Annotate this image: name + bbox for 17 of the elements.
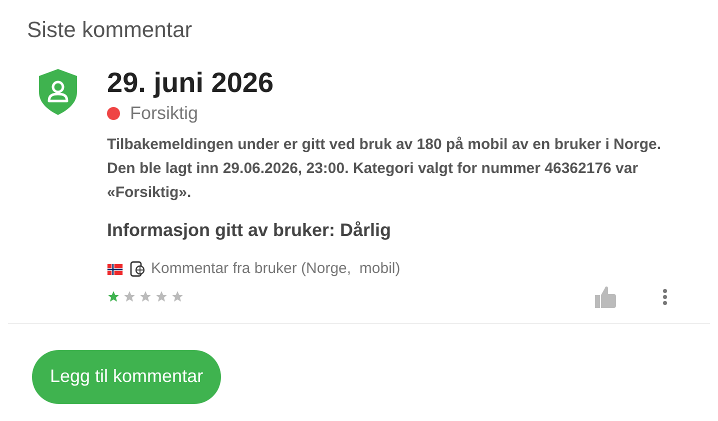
- category-label: Forsiktig: [130, 102, 198, 125]
- comment-date: 29. juni 2026: [107, 68, 275, 98]
- mobile-globe-icon: [130, 261, 145, 278]
- star-icon: [155, 290, 168, 303]
- more-icon[interactable]: [662, 288, 668, 306]
- star-icon: [107, 290, 120, 303]
- comment-source: Kommentar fra bruker (Norge, mobil): [151, 259, 400, 279]
- user-info: Informasjon gitt av bruker: Dårlig: [107, 219, 392, 242]
- star-icon: [123, 290, 136, 303]
- add-comment-button[interactable]: Legg til kommentar: [32, 350, 222, 404]
- star-icon: [171, 290, 184, 303]
- thumbs-up-icon[interactable]: [594, 284, 616, 308]
- comment-text: Tilbakemeldingen under er gitt ved bruk av 180 på mobil av en bruker i Norge. Den ble lagt inn 29.06.2026, 23:00. Kategori valgt for nummer 46362176 var «Forsiktig».: [107, 135, 662, 203]
- star-icon: [139, 290, 152, 303]
- shield-user-icon: [37, 68, 79, 116]
- flag-icon: [107, 264, 123, 275]
- section-title: Siste kommentar: [27, 16, 194, 44]
